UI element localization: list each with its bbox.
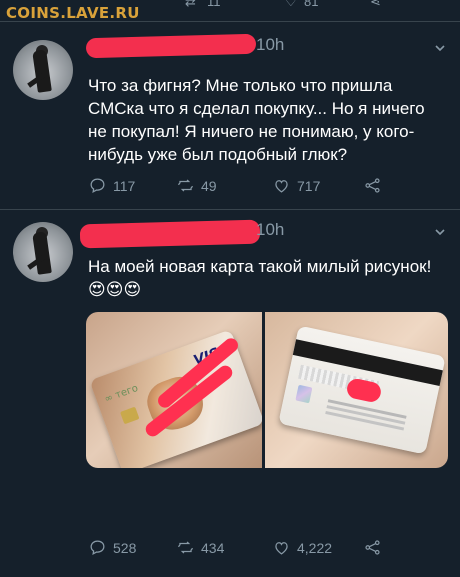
tweet[interactable]: 10h Что за фигня? Мне только что пришла …	[0, 22, 460, 210]
share-icon	[365, 178, 380, 193]
previous-tweet-actions: ⇄ 11 ♡ 81 ⋖ COINS.LAVE.RU	[0, 0, 460, 22]
retweet-icon	[177, 179, 194, 192]
retweet-button[interactable]: 434	[176, 538, 224, 557]
tweet-actions: 528 434 4,222	[88, 538, 408, 558]
photo-card-back[interactable]	[265, 312, 448, 468]
like-icon[interactable]: ♡	[285, 0, 297, 10]
avatar[interactable]	[13, 40, 73, 100]
tweet-actions: 117 49 717	[88, 176, 408, 196]
like-icon	[275, 180, 288, 193]
reply-count: 528	[113, 539, 137, 556]
tweet-text: Что за фигня? Мне только что пришла СМСк…	[88, 76, 425, 164]
watermark: COINS.LAVE.RU	[6, 4, 140, 22]
redacted-username	[79, 219, 261, 249]
reply-icon	[90, 540, 105, 556]
chevron-down-icon[interactable]	[434, 226, 446, 238]
photo-card-front[interactable]: ∞ тего VISA	[86, 312, 262, 468]
redacted-username	[85, 33, 257, 59]
like-button[interactable]: 4,222	[272, 538, 332, 557]
retweet-count: 434	[201, 539, 225, 556]
bank-card-back	[278, 325, 446, 455]
card-fine-print	[327, 399, 407, 419]
reply-button[interactable]: 528	[88, 538, 136, 557]
tweet-time[interactable]: 10h	[256, 35, 284, 55]
like-button[interactable]: 717	[272, 176, 320, 195]
like-count: 717	[297, 177, 321, 194]
reply-icon	[90, 178, 105, 194]
avatar[interactable]	[13, 222, 73, 282]
retweet-button[interactable]: 49	[176, 176, 217, 195]
retweet-icon[interactable]: ⇄	[185, 0, 196, 10]
share-icon	[365, 540, 380, 555]
retweet-count: 49	[201, 177, 217, 194]
reply-count: 117	[113, 177, 136, 194]
like-icon	[275, 542, 288, 555]
top-like-count: 81	[304, 0, 319, 9]
tweet-time[interactable]: 10h	[256, 220, 284, 240]
chevron-down-icon[interactable]	[434, 42, 446, 54]
like-count: 4,222	[297, 539, 333, 556]
card-chip	[120, 406, 140, 425]
reply-button[interactable]: 117	[88, 176, 135, 195]
retweet-icon	[177, 541, 194, 554]
share-button[interactable]	[363, 176, 382, 195]
bank-logo: ∞ тего	[103, 382, 140, 406]
share-icon[interactable]: ⋖	[370, 0, 381, 10]
share-button[interactable]	[363, 538, 382, 557]
top-retweet-count: 11	[207, 0, 221, 9]
hologram	[295, 384, 313, 404]
tweet-text: На моей новая карта такой милый рисунок!…	[88, 257, 432, 299]
